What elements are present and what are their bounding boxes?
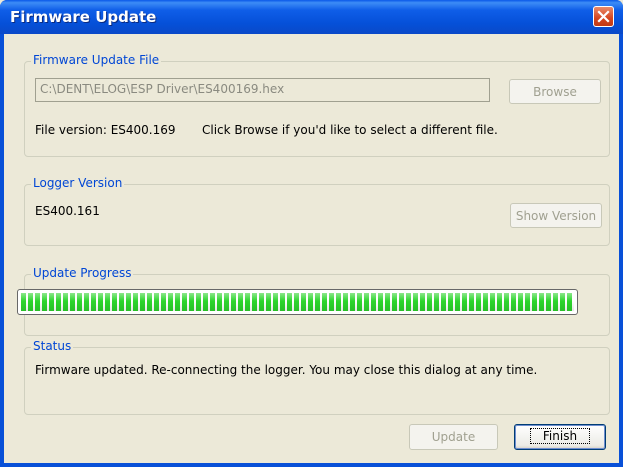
close-button[interactable] [593,6,614,27]
show-version-button[interactable]: Show Version [510,203,602,228]
status-message: Firmware updated. Re-connecting the logg… [35,363,538,377]
logger-version-value: ES400.161 [35,204,100,218]
title-bar[interactable]: Firmware Update [0,0,623,34]
update-progress-legend: Update Progress [31,266,134,280]
firmware-file-legend: Firmware Update File [31,53,162,67]
browse-hint-text: Click Browse if you'd like to select a d… [202,123,498,137]
firmware-file-group: Firmware Update File C:\DENT\ELOG\ESP Dr… [24,53,610,157]
window-title: Firmware Update [10,8,157,26]
finish-button-label: Finish [529,428,591,444]
logger-version-legend: Logger Version [31,176,125,190]
close-icon [597,10,610,23]
window-frame-right [619,34,623,467]
firmware-path-field[interactable]: C:\DENT\ELOG\ESP Driver\ES400169.hex [35,78,490,102]
window-frame-bottom [0,463,623,467]
file-version-text: File version: ES400.169 [35,123,176,137]
status-legend: Status [31,339,74,353]
status-group: Status Firmware updated. Re-connecting t… [24,339,610,415]
browse-button[interactable]: Browse [509,79,601,104]
dialog-client-area: Firmware Update File C:\DENT\ELOG\ESP Dr… [4,34,619,463]
finish-button[interactable]: Finish [514,424,606,450]
update-button[interactable]: Update [409,424,498,450]
logger-version-group: Logger Version ES400.161 Show Version [24,176,610,246]
progress-fill [21,293,574,311]
update-progress-bar [17,289,578,315]
firmware-update-dialog: Firmware Update Firmware Update File C:\… [0,0,623,467]
